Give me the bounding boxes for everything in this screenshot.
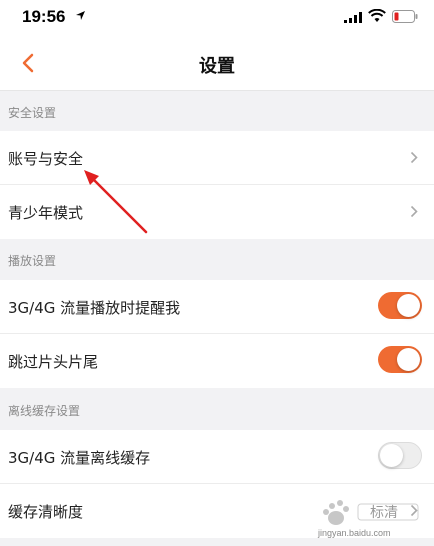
skip-intro-outro-toggle[interactable]	[378, 346, 422, 373]
status-bar: 19:56	[0, 0, 434, 36]
cellular-play-reminder-toggle[interactable]	[378, 292, 422, 319]
location-arrow-icon	[76, 11, 85, 20]
cellular-signal-icon	[344, 12, 362, 23]
navigation-bar: 设置	[0, 36, 434, 91]
chevron-right-icon	[410, 205, 418, 218]
row-account-security[interactable]: 账号与安全	[0, 131, 434, 185]
battery-low-icon	[392, 10, 418, 23]
cache-quality-value: 标清	[370, 505, 398, 521]
cellular-offline-cache-toggle[interactable]	[378, 442, 422, 469]
row-label: 3G/4G 流量播放时提醒我	[8, 299, 181, 317]
section-header-offline-cache: 离线缓存设置	[0, 389, 434, 429]
page-title: 设置	[199, 56, 235, 77]
section-header-playback: 播放设置	[0, 239, 434, 279]
row-skip-intro-outro: 跳过片头片尾	[0, 334, 434, 388]
row-label: 跳过片头片尾	[8, 353, 99, 371]
toggle-knob	[380, 444, 403, 467]
row-label: 青少年模式	[8, 204, 84, 222]
section-header-label: 离线缓存设置	[8, 404, 81, 418]
status-time: 19:56	[22, 7, 66, 26]
row-cellular-offline-cache: 3G/4G 流量离线缓存	[0, 430, 434, 484]
row-label: 账号与安全	[8, 150, 84, 168]
toggle-knob	[397, 294, 420, 317]
row-label: 缓存清晰度	[8, 503, 84, 521]
wifi-icon	[368, 9, 386, 22]
chevron-right-icon	[410, 504, 418, 517]
section-header-security: 安全设置	[0, 91, 434, 131]
row-cache-quality[interactable]: 缓存清晰度 标清	[0, 484, 434, 538]
chevron-right-icon	[410, 151, 418, 164]
section-header-label: 播放设置	[8, 254, 57, 268]
row-teen-mode[interactable]: 青少年模式	[0, 185, 434, 239]
toggle-knob	[397, 348, 420, 371]
row-cellular-play-reminder: 3G/4G 流量播放时提醒我	[0, 280, 434, 334]
row-label: 3G/4G 流量离线缓存	[8, 449, 151, 467]
section-header-label: 安全设置	[8, 106, 57, 120]
